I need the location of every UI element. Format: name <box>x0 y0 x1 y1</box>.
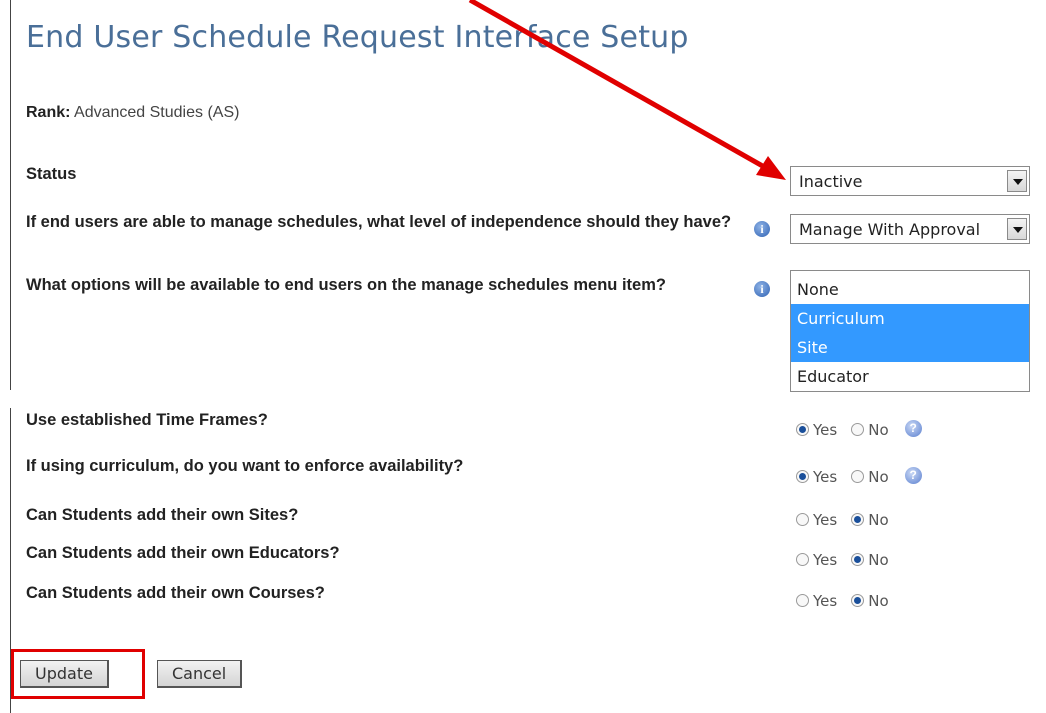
radio-no-label: No <box>868 467 889 486</box>
add-courses-radio-group: Yes No <box>796 591 903 613</box>
left-border <box>10 0 11 390</box>
radio-no-label: No <box>868 591 889 610</box>
radio-yes-label: Yes <box>813 420 838 439</box>
listbox-option-none[interactable]: None <box>791 275 1029 304</box>
radio-button[interactable] <box>851 593 865 607</box>
radio-option-no[interactable]: No <box>851 420 889 439</box>
rank-value: Advanced Studies (AS) <box>74 104 240 121</box>
question-label: Can Students add their own Sites? <box>26 506 299 524</box>
update-button[interactable]: Update <box>20 660 109 688</box>
rank-label: Rank: <box>26 104 71 121</box>
radio-button[interactable] <box>851 469 865 483</box>
radio-button[interactable] <box>796 552 809 566</box>
radio-yes-label: Yes <box>813 510 838 529</box>
radio-option-yes[interactable]: Yes <box>796 421 837 439</box>
status-label: Status <box>26 165 77 183</box>
radio-button[interactable] <box>796 422 809 436</box>
chevron-down-icon[interactable] <box>1007 218 1027 240</box>
radio-option-no[interactable]: No <box>851 591 889 610</box>
add-sites-radio-group: Yes No <box>796 510 903 532</box>
help-icon[interactable]: ? <box>904 467 922 484</box>
enforce-availability-radio-group: Yes No? <box>796 467 922 489</box>
independence-select-value: Manage With Approval <box>799 220 981 239</box>
page-title: End User Schedule Request Interface Setu… <box>26 20 689 55</box>
radio-option-no[interactable]: No <box>851 510 889 529</box>
radio-no-label: No <box>868 420 889 439</box>
question-label: Use established Time Frames? <box>26 411 268 429</box>
radio-button[interactable] <box>851 552 865 566</box>
status-select-value: Inactive <box>799 172 863 191</box>
listbox-option-curriculum[interactable]: Curriculum <box>791 304 1029 333</box>
independence-label: If end users are able to manage schedule… <box>26 213 732 231</box>
listbox-option-educator[interactable]: Educator <box>791 362 1029 391</box>
time-frames-radio-group: Yes No? <box>796 420 922 442</box>
radio-button[interactable] <box>796 593 809 607</box>
radio-button[interactable] <box>796 469 809 483</box>
chevron-down-icon[interactable] <box>1007 170 1027 192</box>
question-label: Can Students add their own Educators? <box>26 544 340 562</box>
menu-options-listbox[interactable]: None Curriculum Site Educator <box>790 270 1030 392</box>
radio-button[interactable] <box>851 422 865 436</box>
radio-option-no[interactable]: No <box>851 550 889 569</box>
radio-option-yes[interactable]: Yes <box>796 551 837 569</box>
info-icon[interactable]: i <box>754 221 770 237</box>
radio-option-no[interactable]: No <box>851 467 889 486</box>
radio-yes-label: Yes <box>813 550 838 569</box>
radio-yes-label: Yes <box>813 467 838 486</box>
radio-button[interactable] <box>796 512 809 526</box>
radio-no-label: No <box>868 510 889 529</box>
radio-option-yes[interactable]: Yes <box>796 592 837 610</box>
rank-row: Rank: Advanced Studies (AS) <box>26 104 239 122</box>
arrow-head <box>756 156 786 180</box>
menu-options-label: What options will be available to end us… <box>26 276 666 294</box>
radio-yes-label: Yes <box>813 591 838 610</box>
listbox-option-site[interactable]: Site <box>791 333 1029 362</box>
status-select[interactable]: Inactive <box>790 166 1030 196</box>
question-label: Can Students add their own Courses? <box>26 584 325 602</box>
help-icon[interactable]: ? <box>904 420 922 437</box>
cancel-button[interactable]: Cancel <box>157 660 243 688</box>
add-educators-radio-group: Yes No <box>796 550 903 572</box>
radio-no-label: No <box>868 550 889 569</box>
independence-select[interactable]: Manage With Approval <box>790 214 1030 244</box>
radio-option-yes[interactable]: Yes <box>796 468 837 486</box>
radio-option-yes[interactable]: Yes <box>796 511 837 529</box>
radio-button[interactable] <box>851 512 865 526</box>
info-icon[interactable]: i <box>754 281 770 297</box>
question-label: If using curriculum, do you want to enfo… <box>26 457 464 475</box>
